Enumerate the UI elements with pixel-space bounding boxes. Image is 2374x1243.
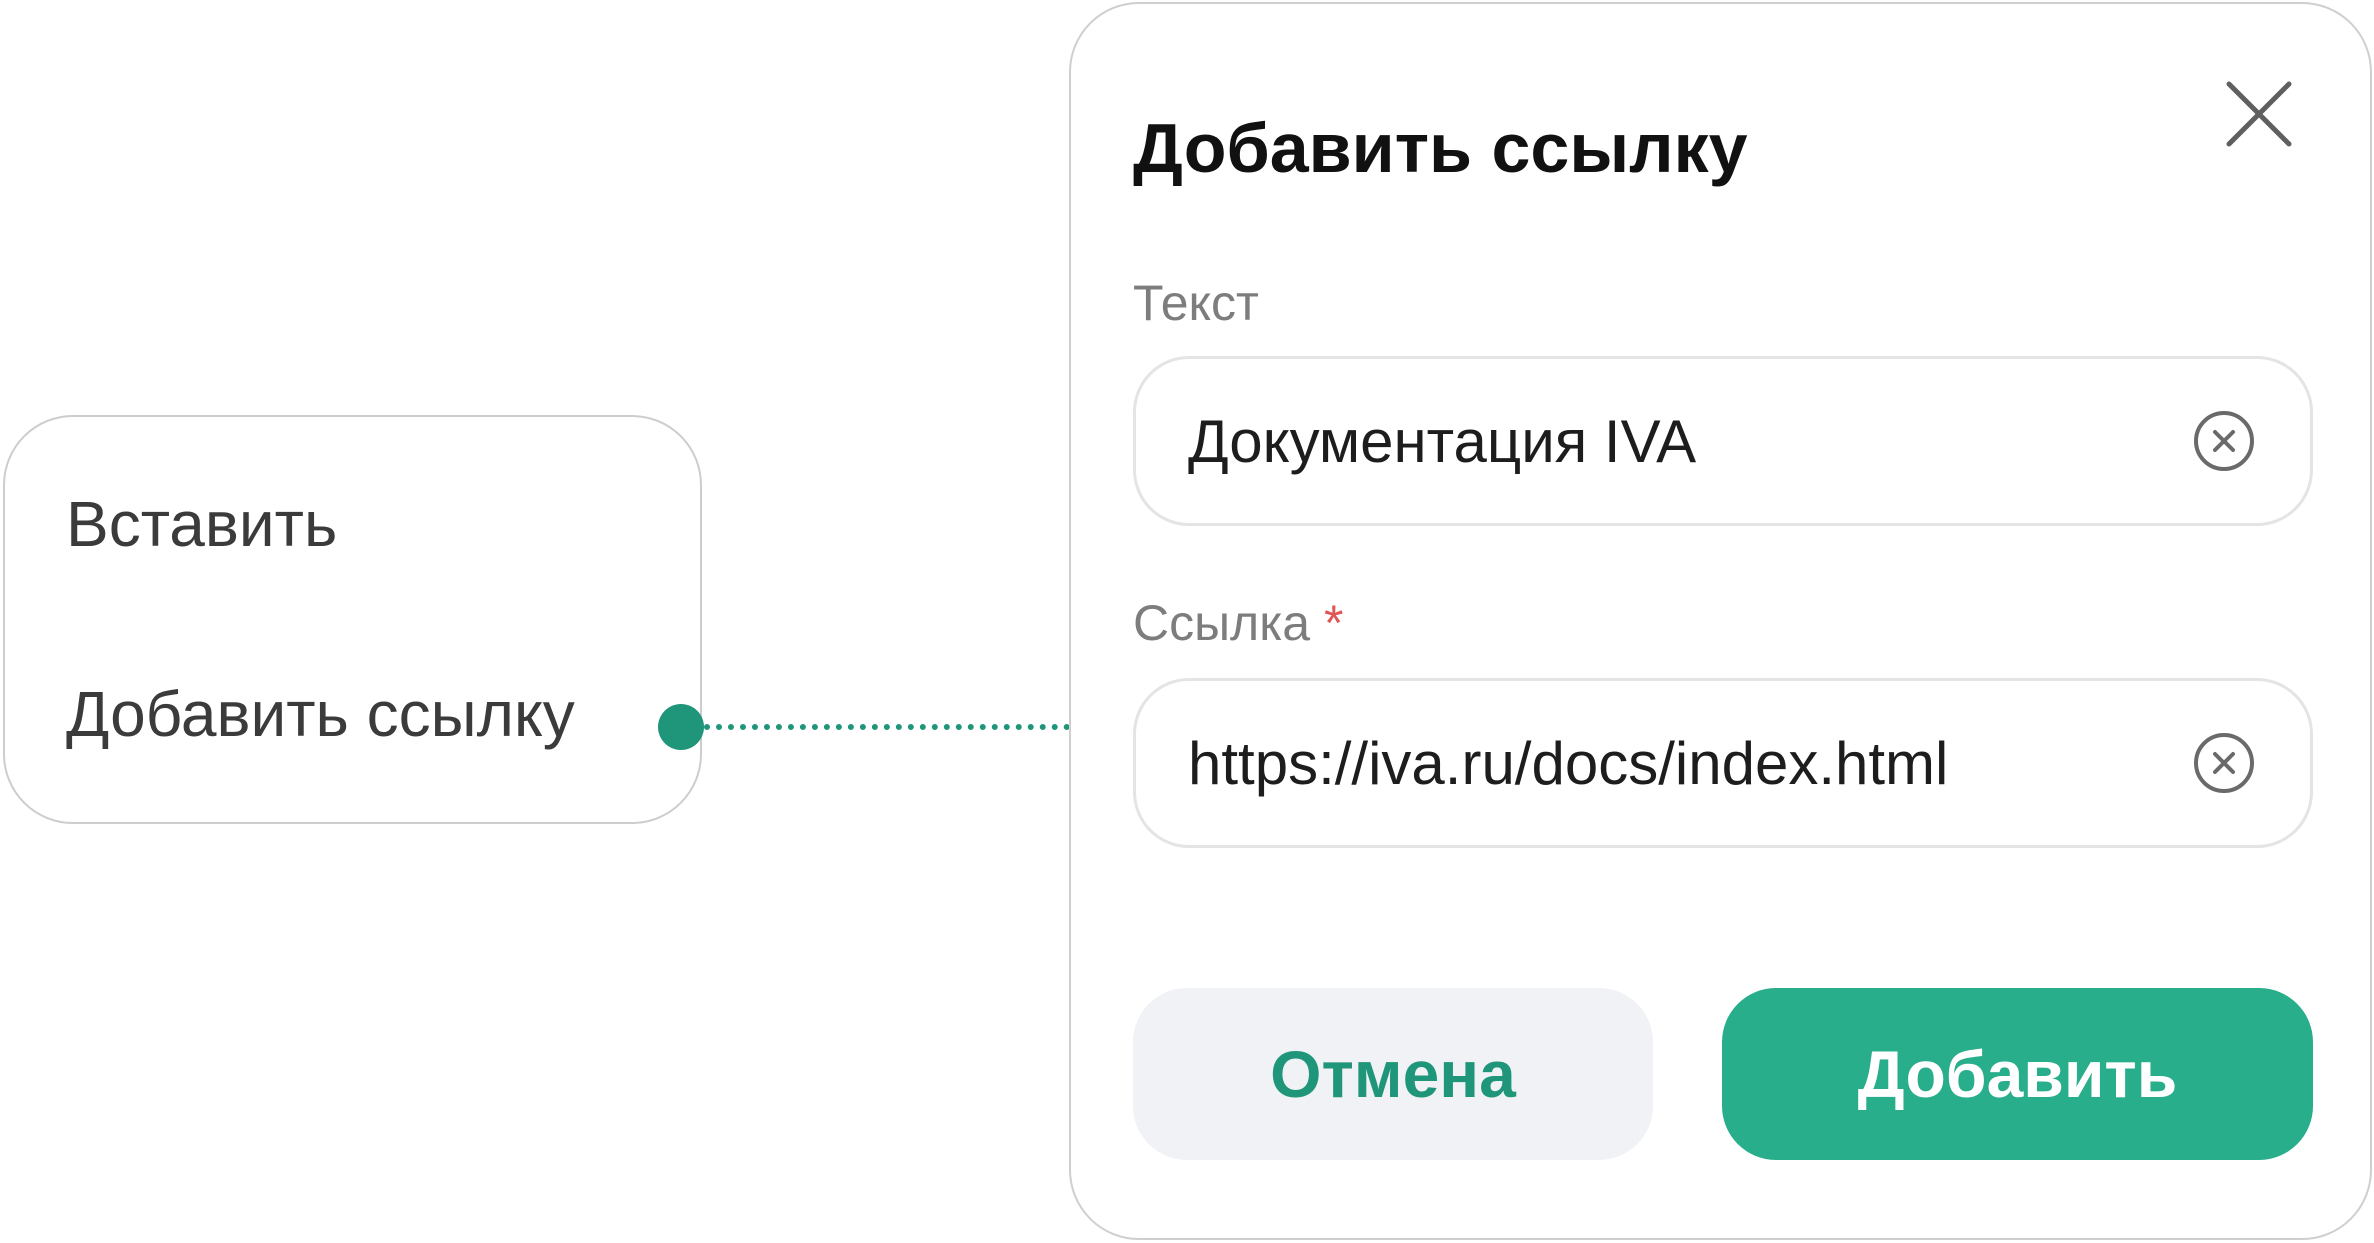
add-link-dialog: Добавить ссылку Текст Ссылка* [1069,2,2372,1240]
link-field-label: Ссылка * [1133,594,1343,652]
connector-line [704,724,1070,730]
dialog-title: Добавить ссылку [1133,109,1748,187]
link-input[interactable] [1188,681,2148,845]
text-input[interactable] [1188,359,2148,523]
clear-circle-icon [2194,733,2254,793]
text-clear-button[interactable] [2192,409,2256,473]
menu-item-add-link[interactable]: Добавить ссылку [66,677,575,751]
text-field-box [1133,356,2313,526]
required-asterisk: * [1324,595,1344,651]
text-field-label-text: Текст [1133,275,1259,331]
link-field-label-text: Ссылка [1133,595,1311,651]
add-button[interactable]: Добавить [1722,988,2313,1160]
menu-item-paste[interactable]: Вставить [66,487,337,561]
link-field-box [1133,678,2313,848]
context-menu: Вставить Добавить ссылку [3,415,702,824]
cancel-button[interactable]: Отмена [1133,988,1653,1160]
close-icon [2226,81,2292,147]
link-clear-button[interactable] [2192,731,2256,795]
connector-dot [658,704,704,750]
close-button[interactable] [2221,76,2297,152]
text-field-label: Текст [1133,274,1259,332]
clear-circle-icon [2194,411,2254,471]
